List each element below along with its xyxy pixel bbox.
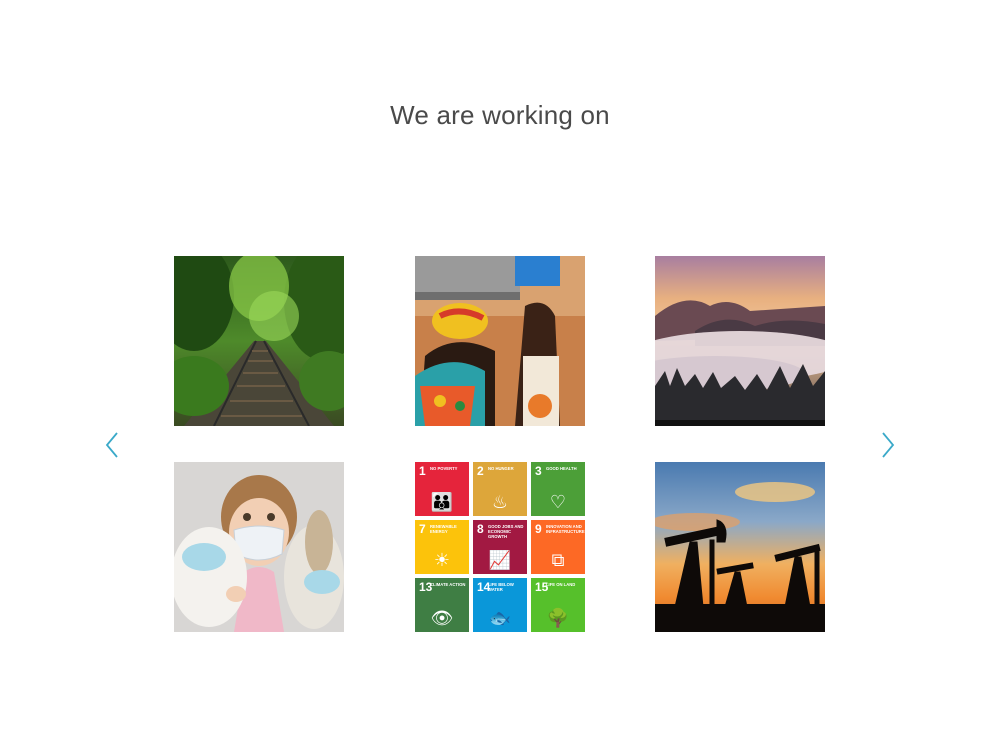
eye-globe-icon: 👁 [430, 608, 454, 628]
chevron-right-icon [882, 432, 895, 458]
sdg-goal-tile: 7 Renewable energy ☀ [415, 520, 469, 574]
sdg-goal-label: No poverty [430, 466, 458, 471]
sun-icon: ☀ [433, 550, 451, 570]
carousel-next-button[interactable] [876, 428, 900, 462]
sdg-goals-grid: 1 No poverty 👪 2 No hunger ♨ 3 Good heal… [415, 462, 585, 632]
tile-sdg-goals[interactable]: 1 No poverty 👪 2 No hunger ♨ 3 Good heal… [415, 462, 585, 632]
sdg-goal-tile: 13 Climate action 👁 [415, 578, 469, 632]
sdg-goal-tile: 9 Innovation and infrastructure ⧉ [531, 520, 585, 574]
sdg-goal-tile: 14 Life below water 🐟 [473, 578, 527, 632]
fish-icon: 🐟 [488, 608, 512, 628]
tile-women-carrying-water[interactable] [415, 256, 585, 426]
misty-mountains-image [655, 256, 825, 426]
growth-chart-icon: 📈 [488, 550, 512, 570]
tile-misty-mountains[interactable] [655, 256, 825, 426]
sdg-goal-label: Good health [546, 466, 577, 471]
sdg-goal-tile: 8 Good jobs and economic growth 📈 [473, 520, 527, 574]
child-face-mask-image [174, 462, 344, 632]
women-carrying-water-image [415, 256, 585, 426]
sdg-goal-number: 1 [419, 464, 426, 478]
infrastructure-icon: ⧉ [551, 550, 565, 570]
railway-forest-image [174, 256, 344, 426]
sdg-goal-label: Life below water [488, 582, 514, 592]
sdg-goal-tile: 2 No hunger ♨ [473, 462, 527, 516]
family-icon: 👪 [430, 492, 454, 512]
oil-pumps-image [655, 462, 825, 632]
carousel-prev-button[interactable] [100, 428, 124, 462]
tile-child-face-mask[interactable] [174, 462, 344, 632]
sdg-goal-tile: 15 Life on land 🌳 [531, 578, 585, 632]
sdg-goal-number: 8 [477, 522, 484, 536]
tile-railway-forest[interactable] [174, 256, 344, 426]
chevron-left-icon [105, 432, 118, 458]
tree-icon: 🌳 [546, 608, 570, 628]
sdg-goal-number: 3 [535, 464, 542, 478]
sdg-goal-number: 7 [419, 522, 426, 536]
sdg-goal-label: Renewable energy [430, 524, 457, 534]
sdg-goal-tile: 1 No poverty 👪 [415, 462, 469, 516]
sdg-goal-label: Life on land [546, 582, 576, 587]
tile-oil-pumps[interactable] [655, 462, 825, 632]
section-heading: We are working on [390, 100, 610, 130]
sdg-goal-number: 9 [535, 522, 542, 536]
heartbeat-icon: ♡ [549, 492, 567, 512]
sdg-goal-tile: 3 Good health ♡ [531, 462, 585, 516]
sdg-goal-label: Innovation and infrastructure [546, 524, 585, 534]
sdg-goal-number: 2 [477, 464, 484, 478]
sdg-goal-label: No hunger [488, 466, 514, 471]
food-bowl-icon: ♨ [491, 492, 509, 512]
sdg-goal-label: Climate action [430, 582, 466, 587]
sdg-goal-label: Good jobs and economic growth [488, 524, 524, 539]
